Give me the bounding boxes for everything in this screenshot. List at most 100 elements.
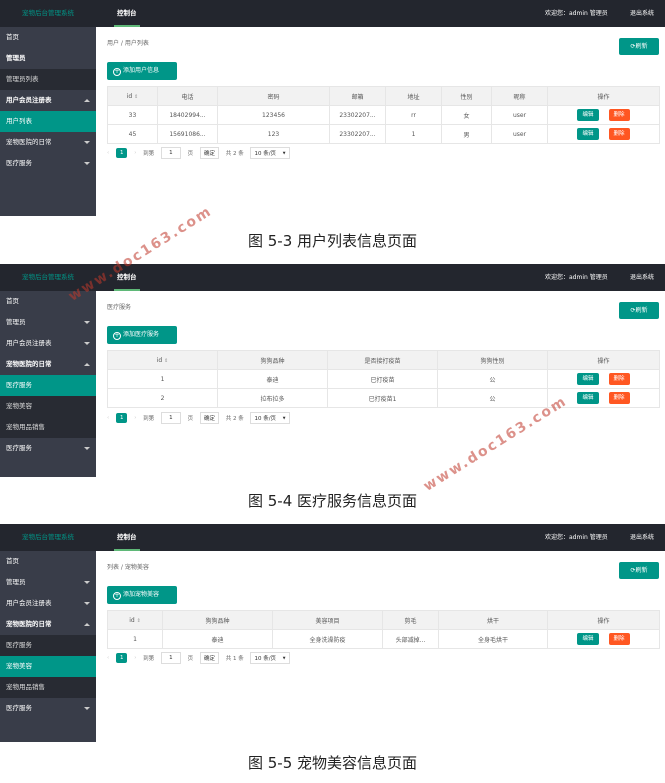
chevron-down-icon: [84, 162, 90, 165]
refresh-label: 刷新: [635, 307, 648, 314]
next-page-icon[interactable]: ›: [134, 150, 136, 156]
col-header-email: 邮箱: [329, 86, 386, 106]
sort-icon[interactable]: ⇕: [137, 618, 141, 624]
next-page-icon[interactable]: ›: [134, 415, 136, 421]
sidebar: 首页 管理员 用户会员注册表 宠物医院的日常 医疗服务 宠物美容 宠物用品销售 …: [0, 551, 96, 742]
add-user-button[interactable]: + 添加用户信息: [107, 62, 177, 80]
delete-button[interactable]: 删除: [608, 373, 630, 385]
add-medical-service-button[interactable]: + 添加医疗服务: [107, 326, 177, 344]
cell-password: 123456: [217, 105, 330, 125]
goto-page-input[interactable]: 1: [160, 147, 181, 159]
sidebar-item-user-list[interactable]: 用户列表: [0, 111, 96, 132]
logout-link[interactable]: 退出系统: [630, 264, 654, 291]
col-header-actions: 操作: [547, 350, 660, 370]
top-bar: 宠物后台管理系统 控制台 欢迎您：admin 管理员 退出系统: [0, 0, 665, 27]
page-size-select[interactable]: 10 条/页 ▾: [250, 652, 290, 664]
edit-button[interactable]: 编辑: [577, 109, 599, 121]
refresh-button[interactable]: ⟳刷新: [619, 302, 659, 319]
current-page[interactable]: 1: [115, 413, 128, 423]
delete-button[interactable]: 删除: [608, 392, 630, 404]
brand-title[interactable]: 宠物后台管理系统: [0, 524, 96, 551]
sidebar-item-label: 宠物医院的日常: [6, 360, 52, 368]
goto-page-input[interactable]: 1: [160, 652, 181, 664]
sidebar-item-label: 宠物医院的日常: [6, 620, 52, 628]
prev-page-icon[interactable]: ‹: [107, 655, 109, 661]
col-header-dry: 烘干: [438, 610, 548, 630]
sidebar-item-admin[interactable]: 管理员: [0, 312, 96, 333]
confirm-button[interactable]: 确定: [199, 652, 219, 664]
col-header-id[interactable]: id ⇕: [107, 610, 163, 630]
refresh-button[interactable]: ⟳刷新: [619, 38, 659, 55]
sidebar-item-label: 医疗服务: [6, 444, 32, 452]
sidebar-item-admin[interactable]: 管理员: [0, 48, 96, 69]
goto-page-input[interactable]: 1: [160, 412, 181, 424]
next-page-icon[interactable]: ›: [134, 655, 136, 661]
sidebar-item-medical-service-group[interactable]: 医疗服务: [0, 438, 96, 459]
sidebar-item-grooming[interactable]: 宠物美容: [0, 656, 96, 677]
edit-button[interactable]: 编辑: [577, 633, 599, 645]
sidebar-item-member-registry[interactable]: 用户会员注册表: [0, 593, 96, 614]
confirm-button[interactable]: 确定: [199, 412, 219, 424]
delete-button[interactable]: 删除: [608, 128, 630, 140]
figure-pet-grooming: 宠物后台管理系统 控制台 欢迎您：admin 管理员 退出系统 首页 管理员 用…: [0, 524, 665, 742]
sidebar-item-admin-list[interactable]: 管理员列表: [0, 69, 96, 90]
cell-grooming-item: 全身洗澡防疫: [272, 629, 383, 649]
edit-button[interactable]: 编辑: [577, 392, 599, 404]
cell-breed: 泰迪: [162, 629, 273, 649]
col-header-id[interactable]: id ⇕: [107, 350, 218, 370]
delete-button[interactable]: 删除: [608, 633, 630, 645]
delete-button[interactable]: 删除: [608, 109, 630, 121]
add-grooming-button[interactable]: + 添加宠物美容: [107, 586, 177, 604]
refresh-button[interactable]: ⟳刷新: [619, 562, 659, 579]
logout-link[interactable]: 退出系统: [630, 0, 654, 27]
cell-vaccinated: 已打疫苗: [327, 369, 438, 389]
confirm-button[interactable]: 确定: [199, 147, 219, 159]
cell-phone: 15691086...: [157, 124, 218, 144]
sort-icon[interactable]: ⇕: [164, 358, 168, 364]
page-size-select[interactable]: 10 条/页 ▾: [250, 147, 290, 159]
prev-page-icon[interactable]: ‹: [107, 150, 109, 156]
col-header-breed: 狗狗品种: [217, 350, 328, 370]
plus-icon: +: [113, 592, 121, 600]
col-header-vaccinated: 是否接打疫苗: [327, 350, 438, 370]
cell-gender: 男: [441, 124, 492, 144]
sidebar-item-member-registry[interactable]: 用户会员注册表: [0, 333, 96, 354]
col-header-label: id: [129, 616, 135, 624]
sidebar-item-hospital-daily[interactable]: 宠物医院的日常: [0, 614, 96, 635]
sidebar-item-home[interactable]: 首页: [0, 27, 96, 48]
pagination: ‹ 1 › 到第 1 页 确定 共 2 条 10 条/页 ▾: [107, 147, 295, 161]
sidebar-item-supplies-sales[interactable]: 宠物用品销售: [0, 417, 96, 438]
edit-button[interactable]: 编辑: [577, 373, 599, 385]
sidebar-item-grooming[interactable]: 宠物美容: [0, 396, 96, 417]
cell-email: 23302207...: [329, 105, 386, 125]
sidebar-item-medical-service[interactable]: 医疗服务: [0, 635, 96, 656]
goto-label: 到第: [143, 416, 155, 422]
brand-title[interactable]: 宠物后台管理系统: [0, 0, 96, 27]
cell-nickname: user: [491, 105, 548, 125]
cell-actions: 编辑 删除: [547, 124, 660, 144]
col-header-id[interactable]: id ⇕: [107, 86, 158, 106]
sidebar-item-member-registry[interactable]: 用户会员注册表: [0, 90, 96, 111]
prev-page-icon[interactable]: ‹: [107, 415, 109, 421]
sort-icon[interactable]: ⇕: [134, 94, 138, 100]
sidebar-item-hospital-daily[interactable]: 宠物医院的日常: [0, 132, 96, 153]
logout-link[interactable]: 退出系统: [630, 524, 654, 551]
sidebar-item-admin[interactable]: 管理员: [0, 572, 96, 593]
page-size-select[interactable]: 10 条/页 ▾: [250, 412, 290, 424]
edit-button[interactable]: 编辑: [577, 128, 599, 140]
welcome-text: 欢迎您：admin 管理员: [545, 10, 608, 17]
current-page[interactable]: 1: [115, 148, 128, 158]
col-header-label: id: [156, 356, 163, 364]
current-page[interactable]: 1: [115, 653, 128, 663]
sidebar-item-medical-service[interactable]: 医疗服务: [0, 375, 96, 396]
sidebar-item-home[interactable]: 首页: [0, 551, 96, 572]
top-nav-console[interactable]: 控制台: [114, 0, 140, 27]
top-nav-console[interactable]: 控制台: [114, 524, 140, 551]
cell-dog-gender: 公: [437, 388, 548, 408]
sidebar-item-medical-service-group[interactable]: 医疗服务: [0, 698, 96, 719]
sidebar-item-supplies-sales[interactable]: 宠物用品销售: [0, 677, 96, 698]
sidebar-item-medical-service[interactable]: 医疗服务: [0, 153, 96, 174]
sidebar: 首页 管理员 管理员列表 用户会员注册表 用户列表 宠物医院的日常 医疗服务: [0, 27, 96, 216]
sidebar-item-hospital-daily[interactable]: 宠物医院的日常: [0, 354, 96, 375]
table-header-row: id ⇕ 电话 密码 邮箱 地址 性别 昵称 操作: [107, 86, 660, 106]
